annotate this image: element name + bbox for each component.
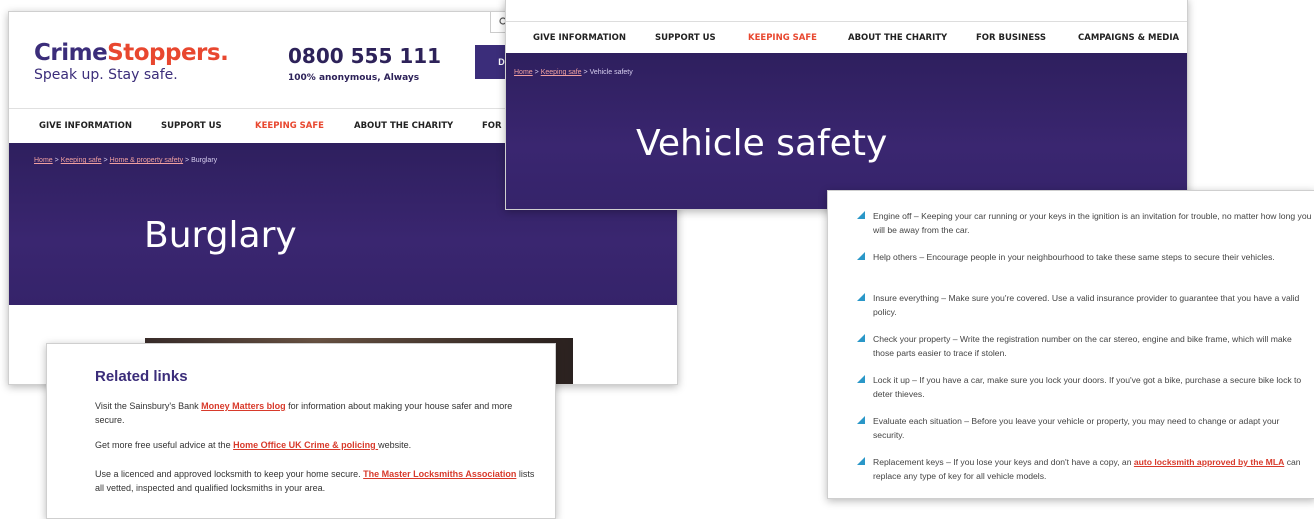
breadcrumb: Home > Keeping safe > Home & property sa… [34,157,217,164]
phone-subtitle: 100% anonymous, Always [288,73,420,83]
breadcrumb-home[interactable]: Home [514,69,533,76]
nav-give-information[interactable]: GIVE INFORMATION [533,33,626,43]
tip-text: Insure everything – Make sure you're cov… [873,293,1300,317]
logo-name-b: Stoppers. [107,40,229,66]
bullet-triangle-icon [857,334,865,342]
tip-text: Evaluate each situation – Before you lea… [873,416,1280,440]
nav-give-information[interactable]: GIVE INFORMATION [39,121,132,131]
logo-name-a: Crime [34,40,108,66]
page-title: Vehicle safety [636,123,888,164]
nav-about-the-charity[interactable]: ABOUT THE CHARITY [354,121,453,131]
bullet-triangle-icon [857,375,865,383]
list-item: Check your property – Write the registra… [853,332,1313,360]
list-item: Help others – Encourage people in your n… [853,250,1313,264]
phone-number[interactable]: 0800 555 111 [288,44,441,68]
nav-support-us[interactable]: SUPPORT US [655,33,716,43]
page-title: Burglary [144,215,297,256]
money-matters-link[interactable]: Money Matters blog [201,401,286,411]
tip-text: Help others – Encourage people in your n… [873,252,1275,262]
paragraph-text: Get more free useful advice at the [95,440,234,450]
vehicle-tips-card: Engine off – Keeping your car running or… [827,190,1314,499]
related-links-paragraph: Use a licenced and approved locksmith to… [95,467,535,495]
nav-support-us[interactable]: SUPPORT US [161,121,222,131]
auto-locksmith-link[interactable]: auto locksmith approved by the MLA [1134,457,1284,467]
breadcrumb-current: Vehicle safety [589,69,633,76]
related-links-card: Related links Visit the Sainsbury's Bank… [46,343,556,519]
master-locksmiths-link[interactable]: The Master Locksmiths Association [363,469,516,479]
vehicle-safety-page-card: GIVE INFORMATION SUPPORT US KEEPING SAFE… [505,0,1188,210]
page-hero: Home > Keeping safe > Vehicle safety Veh… [506,53,1187,209]
breadcrumb-home[interactable]: Home [34,157,53,164]
crimestoppers-logo[interactable]: CrimeStoppers. Speak up. Stay safe. [34,40,229,83]
related-links-paragraph: Visit the Sainsbury's Bank Money Matters… [95,399,535,427]
bullet-triangle-icon [857,252,865,260]
nav-about-the-charity[interactable]: ABOUT THE CHARITY [848,33,947,43]
breadcrumb: Home > Keeping safe > Vehicle safety [514,69,633,76]
home-office-link[interactable]: Home Office UK Crime & policing [233,440,378,450]
list-item: Replacement keys – If you lose your keys… [853,455,1313,483]
tip-text: Replacement keys – If you lose your keys… [873,457,1134,467]
list-item: Lock it up – If you have a car, make sur… [853,373,1313,401]
main-nav: GIVE INFORMATION SUPPORT US KEEPING SAFE… [506,21,1187,54]
breadcrumb-keeping-safe[interactable]: Keeping safe [541,69,582,76]
phone-block: 0800 555 111 100% anonymous, Always [288,44,441,83]
bullet-triangle-icon [857,211,865,219]
bullet-triangle-icon [857,293,865,301]
tip-text: Check your property – Write the registra… [873,334,1292,358]
related-links-heading: Related links [95,368,188,385]
breadcrumb-home-property[interactable]: Home & property safety [110,157,184,164]
nav-keeping-safe[interactable]: KEEPING SAFE [748,33,817,43]
list-item: Insure everything – Make sure you're cov… [853,291,1313,319]
bullet-triangle-icon [857,416,865,424]
list-item: Evaluate each situation – Before you lea… [853,414,1313,442]
nav-campaigns-media[interactable]: CAMPAIGNS & MEDIA [1078,33,1179,43]
tip-text: Lock it up – If you have a car, make sur… [873,375,1302,399]
paragraph-text: website. [378,440,412,450]
tip-text: Engine off – Keeping your car running or… [873,211,1312,235]
paragraph-text: Use a licenced and approved locksmith to… [95,469,364,479]
bullet-triangle-icon [857,457,865,465]
related-links-paragraph: Get more free useful advice at the Home … [95,438,535,452]
breadcrumb-current: Burglary [191,157,218,164]
logo-tagline: Speak up. Stay safe. [34,67,178,83]
nav-for-business[interactable]: FOR BUSINESS [976,33,1046,43]
list-item: Engine off – Keeping your car running or… [853,209,1313,237]
nav-keeping-safe[interactable]: KEEPING SAFE [255,121,324,131]
paragraph-text: Visit the Sainsbury's Bank [95,401,202,411]
breadcrumb-keeping-safe[interactable]: Keeping safe [61,157,102,164]
